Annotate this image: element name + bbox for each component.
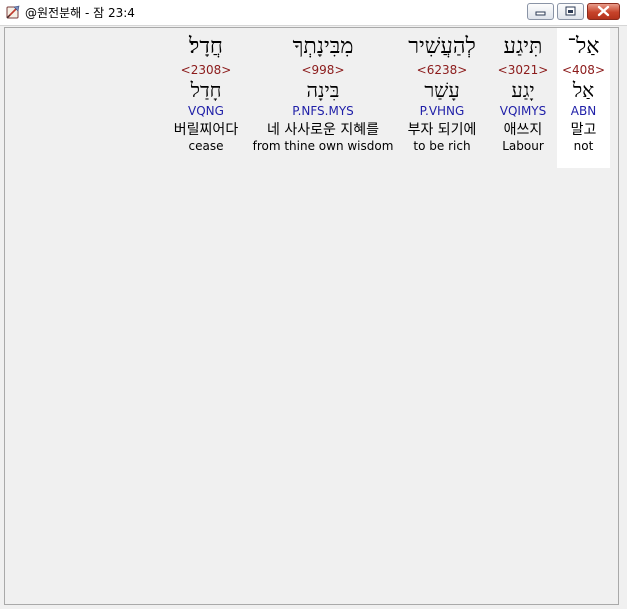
parsing-code: ABN bbox=[570, 104, 597, 118]
close-icon bbox=[597, 5, 610, 17]
parsing-code: P.VHNG bbox=[419, 104, 465, 118]
word-column[interactable]: מִבִּינָתְךָ <998> בִּינָה P.NFS.MYS 네 사… bbox=[252, 28, 394, 153]
parsing-code: VQNG bbox=[188, 104, 224, 118]
scroll-feather-icon[interactable] bbox=[5, 4, 21, 20]
hebrew-word: לְהַעֲשִׁיר bbox=[408, 34, 476, 59]
word-column[interactable]: לְהַעֲשִׁיר <6238> עָשַׁר P.VHNG 부자 되기에 … bbox=[392, 28, 492, 153]
hebrew-word: חֲדָל׃ bbox=[189, 34, 223, 59]
hebrew-word: מִבִּינָתְךָ bbox=[292, 34, 354, 59]
interlinear-pane[interactable]: אַל־ <408> אַל ABN 말고 not תִּיגַע <3021>… bbox=[4, 27, 619, 605]
lemma-word: בִּינָה bbox=[306, 78, 340, 102]
parsing-code: VQIMYS bbox=[499, 104, 547, 118]
strong-number[interactable]: <3021> bbox=[491, 63, 555, 77]
strong-number[interactable]: <408> bbox=[557, 63, 610, 77]
korean-gloss: 애쓰지 bbox=[503, 122, 543, 138]
interlinear-window: @원전분해 - 잠 23:4 אַל־ <408> אַל ABN 말고 not… bbox=[0, 0, 627, 609]
lemma-word: אַל bbox=[572, 78, 595, 102]
lemma-word: יָגַע bbox=[511, 78, 535, 102]
lemma-word: עָשַׁר bbox=[424, 78, 460, 102]
korean-gloss: 부자 되기에 bbox=[407, 122, 477, 138]
title-bar[interactable]: @원전분해 - 잠 23:4 bbox=[0, 0, 627, 26]
minimize-button[interactable] bbox=[527, 3, 554, 20]
lemma-word: חָדַל bbox=[190, 78, 222, 102]
english-gloss: from thine own wisdom bbox=[252, 139, 394, 153]
word-column[interactable]: אַל־ <408> אַל ABN 말고 not bbox=[557, 28, 610, 168]
english-gloss: not bbox=[573, 139, 594, 153]
maximize-button[interactable] bbox=[557, 3, 584, 20]
korean-gloss: 네 사사로운 지혜를 bbox=[267, 122, 379, 138]
maximize-icon bbox=[565, 6, 576, 16]
minimize-icon bbox=[535, 11, 546, 16]
english-gloss: to be rich bbox=[413, 139, 471, 153]
hebrew-word: אַל־ bbox=[567, 34, 600, 59]
window-title: @원전분해 - 잠 23:4 bbox=[25, 6, 135, 20]
strong-number[interactable]: <6238> bbox=[392, 63, 492, 77]
word-column[interactable]: תִּיגַע <3021> יָגַע VQIMYS 애쓰지 Labour bbox=[491, 28, 555, 153]
hebrew-word: תִּיגַע bbox=[503, 34, 543, 59]
close-button[interactable] bbox=[587, 3, 620, 20]
english-gloss: Labour bbox=[502, 139, 544, 153]
korean-gloss: 버릴찌어다 bbox=[173, 122, 239, 138]
strong-number[interactable]: <998> bbox=[252, 63, 394, 77]
korean-gloss: 말고 bbox=[570, 122, 597, 138]
word-column[interactable]: חֲדָל׃ <2308> חָדַל VQNG 버릴찌어다 cease bbox=[165, 28, 247, 153]
parsing-code: P.NFS.MYS bbox=[292, 104, 354, 118]
strong-number[interactable]: <2308> bbox=[165, 63, 247, 77]
english-gloss: cease bbox=[188, 139, 224, 153]
